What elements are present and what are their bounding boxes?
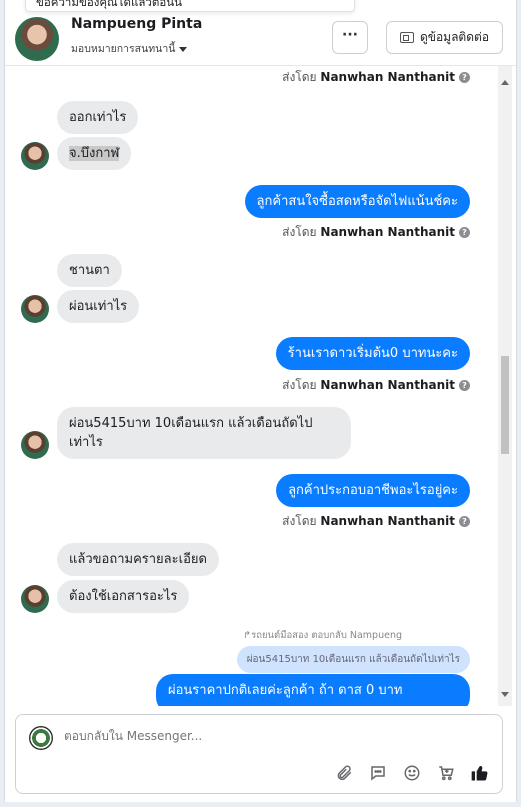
sent-by-label: ส่งโดย Nanwhan Nanthanit?: [282, 223, 470, 242]
emoji-icon[interactable]: [402, 763, 422, 783]
sender-avatar[interactable]: [21, 431, 49, 459]
info-icon[interactable]: ?: [459, 516, 470, 527]
message-list[interactable]: ส่งโดย Nanwhan Nanthanit? ออกเท่าไร จ.บึ…: [5, 66, 498, 706]
incoming-message[interactable]: ผ่อนเท่าไร: [57, 290, 140, 323]
contact-card-icon: [399, 32, 414, 43]
scroll-down-icon[interactable]: [501, 692, 509, 697]
highlighted-text: จ.บึงกาฬ: [69, 146, 120, 161]
incoming-message[interactable]: ชานตา: [57, 254, 122, 287]
like-icon[interactable]: [470, 763, 490, 783]
cart-icon[interactable]: [436, 763, 456, 783]
info-icon[interactable]: ?: [459, 380, 470, 391]
sender-avatar[interactable]: [21, 142, 49, 170]
outgoing-message[interactable]: ร้านเราดาวเริ่มต้น0 บาทนะคะ: [275, 337, 470, 370]
conversation-header: ข้อความของคุณได้แล้วตอนนี้ Nampueng Pint…: [5, 0, 516, 66]
message-scrollbar[interactable]: [498, 66, 512, 706]
info-icon[interactable]: ?: [459, 72, 470, 83]
quoted-message[interactable]: ผ่อน5415บาท 10เดือนแรก แล้วเดือนถัดไปเท่…: [236, 646, 470, 673]
sent-by-label: ส่งโดย Nanwhan Nanthanit?: [282, 512, 470, 531]
conversation-panel: ข้อความของคุณได้แล้วตอนนี้ Nampueng Pint…: [4, 0, 517, 802]
notification-banner: ข้อความของคุณได้แล้วตอนนี้: [25, 0, 355, 12]
reply-input[interactable]: [64, 729, 364, 743]
view-contact-label: ดูข้อมูลติดต่อ: [419, 30, 490, 44]
incoming-message[interactable]: จ.บึงกาฬ: [57, 137, 132, 170]
contact-name[interactable]: Nampueng Pinta: [71, 16, 202, 32]
sender-avatar[interactable]: [21, 585, 49, 613]
page-logo: [29, 726, 53, 750]
incoming-message[interactable]: ออกเท่าไร: [57, 101, 139, 134]
incoming-message[interactable]: ผ่อน5415บาท 10เดือนแรก แล้วเดือนถัดไปเท่…: [57, 407, 351, 459]
outgoing-message[interactable]: ลูกค้าประกอบอาชีพอะไรอยู่คะ: [276, 474, 470, 507]
attachment-icon[interactable]: [334, 763, 354, 783]
incoming-message[interactable]: ต้องใช้เอกสารอะไร: [57, 580, 190, 613]
assign-conversation[interactable]: มอบหมายการสนทนานี้: [71, 40, 188, 57]
scroll-up-icon[interactable]: [501, 80, 509, 85]
scrollbar-thumb[interactable]: [501, 356, 509, 454]
sent-by-label: ส่งโดย Nanwhan Nanthanit?: [282, 68, 470, 87]
saved-replies-icon[interactable]: [368, 763, 388, 783]
reply-composer: [15, 714, 503, 794]
sender-avatar[interactable]: [21, 295, 49, 323]
outgoing-message[interactable]: ลูกค้าสนใจซื้อสดหรือจัดไฟแน้นช์คะ: [244, 185, 470, 218]
caret-down-icon: [179, 46, 188, 52]
outgoing-message[interactable]: ผ่อนราคาปกติเลยค่ะลูกค้า ถ้า ดาส 0 บาท: [156, 674, 470, 706]
incoming-message[interactable]: แล้วขอถามครายละเอียด: [57, 543, 219, 576]
more-options-button[interactable]: ···: [332, 21, 368, 54]
info-icon[interactable]: ?: [459, 227, 470, 238]
view-contact-button[interactable]: ดูข้อมูลติดต่อ: [386, 21, 503, 54]
assign-label: มอบหมายการสนทนานี้: [71, 43, 176, 55]
sent-by-label: ส่งโดย Nanwhan Nanthanit?: [282, 376, 470, 395]
reply-indicator: ↱รถยนต์มือสอง ตอบกลับ Nampueng: [243, 630, 402, 641]
composer-tools: [334, 763, 490, 783]
contact-avatar[interactable]: [15, 17, 59, 61]
